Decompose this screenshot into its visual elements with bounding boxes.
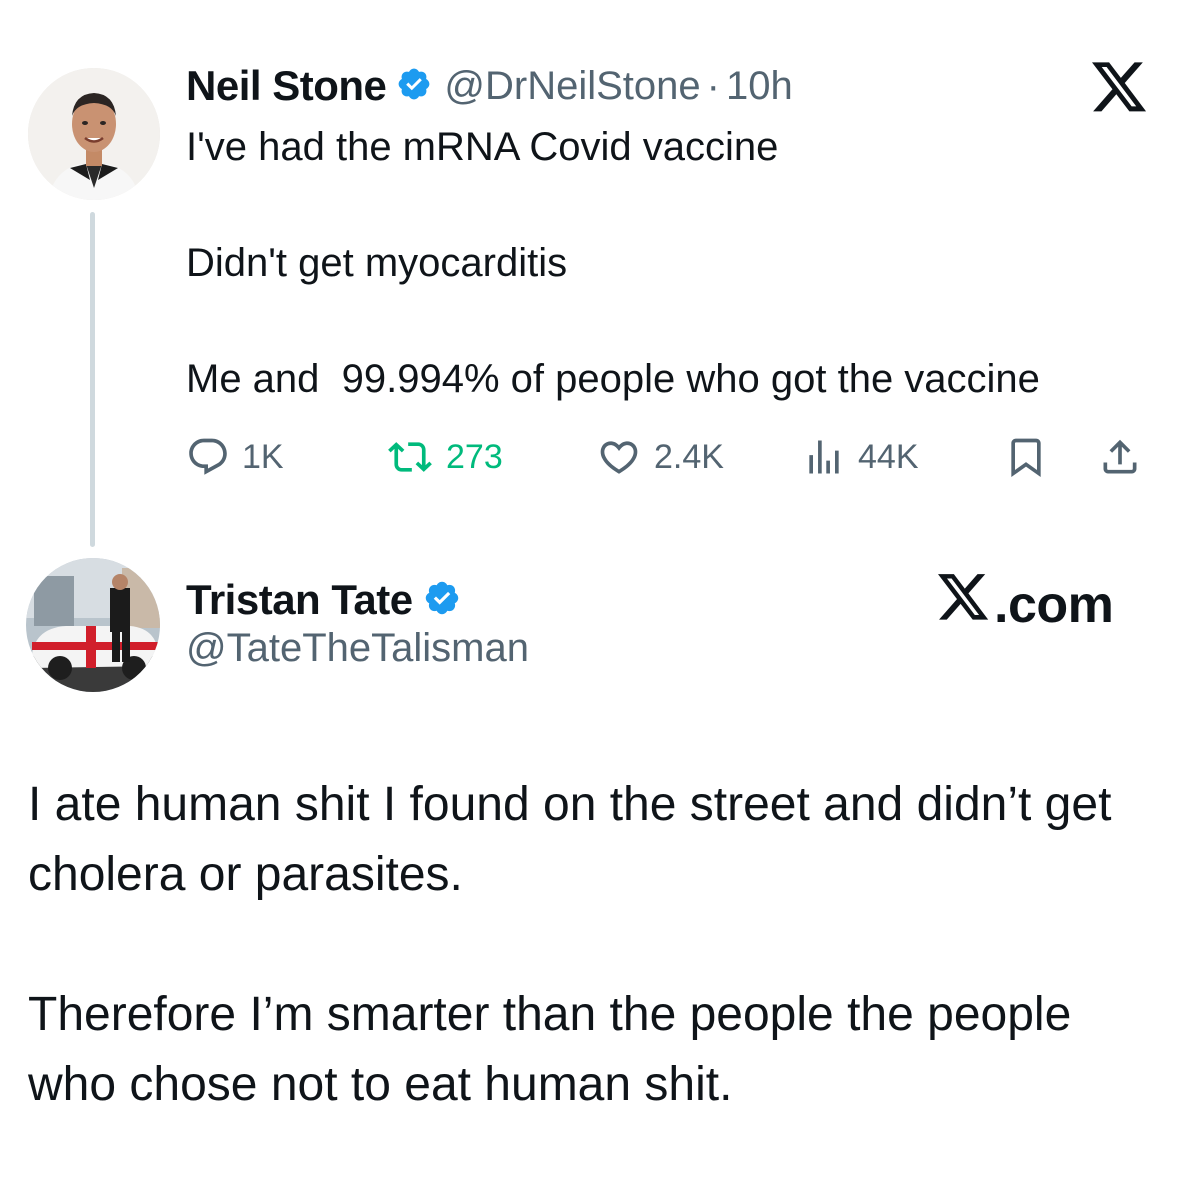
x-com-brand: .com xyxy=(938,574,1114,635)
x-logo-icon xyxy=(938,574,990,635)
bookmark-icon xyxy=(1004,434,1048,480)
like-count: 2.4K xyxy=(654,437,724,476)
brand-domain: .com xyxy=(994,575,1114,634)
x-logo-icon xyxy=(1092,62,1148,119)
separator-dot: · xyxy=(706,63,720,108)
reply-count: 1K xyxy=(242,437,284,476)
tweet-header: Neil Stone @DrNeilStone · 10h xyxy=(186,60,793,112)
view-count: 44K xyxy=(858,437,919,476)
author-avatar[interactable] xyxy=(28,68,160,200)
like-button[interactable]: 2.4K xyxy=(596,432,724,482)
thread-connector xyxy=(90,212,95,547)
views-button[interactable]: 44K xyxy=(802,432,919,482)
reply-icon xyxy=(186,435,230,479)
like-icon xyxy=(596,435,642,479)
tweet-actions: 1K 273 2.4K 44K xyxy=(186,432,1146,482)
reply-author-avatar[interactable] xyxy=(26,558,160,692)
bookmark-button[interactable] xyxy=(1004,432,1048,482)
author-name[interactable]: Neil Stone xyxy=(186,62,387,110)
share-icon xyxy=(1098,434,1142,480)
tweet-time[interactable]: 10h xyxy=(726,64,793,109)
author-handle[interactable]: @DrNeilStone xyxy=(444,64,700,109)
retweet-count: 273 xyxy=(446,437,503,476)
tweet-body: I've had the mRNA Covid vaccine Didn't g… xyxy=(186,125,1040,401)
reply-body: I ate human shit I found on the street a… xyxy=(28,778,1112,1111)
retweet-button[interactable]: 273 xyxy=(386,432,503,482)
verified-badge-icon xyxy=(396,66,432,107)
verified-badge-icon xyxy=(423,579,461,622)
views-icon xyxy=(802,435,846,479)
reply-author-handle[interactable]: @TateTheTalisman xyxy=(186,626,529,671)
reply-button[interactable]: 1K xyxy=(186,432,284,482)
reply-author-name[interactable]: Tristan Tate xyxy=(186,576,413,624)
reply-header: Tristan Tate xyxy=(186,574,461,626)
share-button[interactable] xyxy=(1098,432,1142,482)
retweet-icon xyxy=(386,435,434,479)
